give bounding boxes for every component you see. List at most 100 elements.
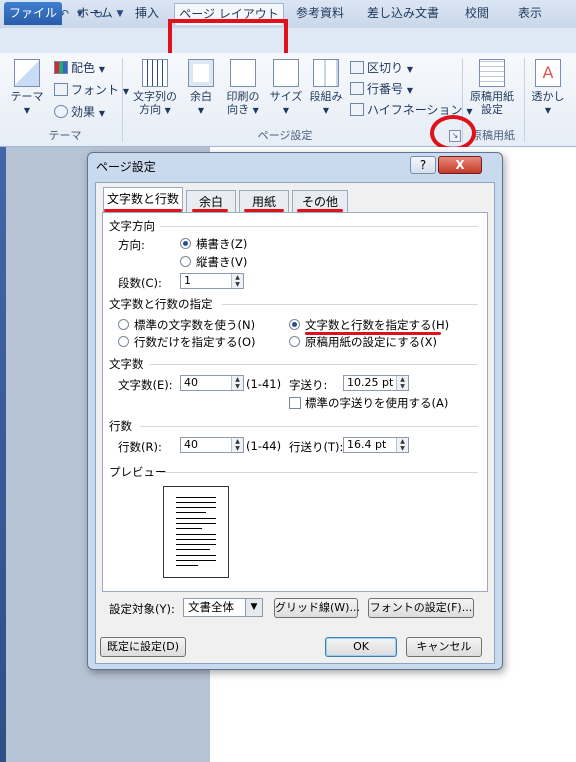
preview-line: [176, 518, 216, 519]
preview-line: [176, 549, 210, 550]
chars-and-lines-radio[interactable]: [289, 319, 300, 330]
tab-file[interactable]: ファイル: [4, 2, 62, 25]
spin-arrows-icon[interactable]: ▲ ▼: [231, 274, 243, 288]
chars-range: (1-41): [246, 377, 282, 391]
group-separator: [122, 58, 123, 142]
section-text-direction: 文字方向: [109, 219, 155, 233]
line-numbers-button[interactable]: 行番号 ▼: [350, 80, 413, 98]
tab-mailings[interactable]: 差し込み文書: [360, 3, 446, 24]
themes-button[interactable]: テーマ ▼: [8, 59, 46, 117]
effects-label: 効果: [71, 105, 96, 119]
chars-count-stepper[interactable]: 40 ▲ ▼: [180, 375, 244, 391]
manuscript-grid-radio[interactable]: [289, 336, 300, 347]
watermark-label: 透かし: [531, 90, 565, 103]
window-edge: [0, 147, 6, 762]
divider: [140, 426, 478, 427]
colors-label: 配色: [71, 61, 96, 75]
columns-icon: [313, 59, 339, 87]
margins-label: 余白: [190, 90, 212, 103]
text-direction-button[interactable]: 文字列の 方向 ▼: [128, 59, 182, 117]
char-pitch-label: 字送り:: [289, 378, 328, 392]
fonts-button[interactable]: フォント ▼: [54, 81, 129, 99]
tab-references[interactable]: 参考資料: [288, 3, 352, 24]
spin-arrows-icon[interactable]: ▲ ▼: [231, 376, 243, 390]
annotation-launcher-circle: [430, 115, 476, 151]
dialog-title: ページ設定: [96, 160, 156, 174]
colors-button[interactable]: 配色 ▼: [54, 59, 105, 77]
standard-chars-label: 標準の文字数を使う(N): [134, 318, 256, 332]
preview-line: [176, 528, 202, 529]
orientation-button[interactable]: 印刷の 向き ▼: [220, 59, 266, 117]
char-pitch-stepper[interactable]: 10.25 pt ▲ ▼: [343, 375, 409, 391]
page-setup-group-label: ページ設定: [257, 129, 313, 142]
line-numbers-icon: [350, 82, 364, 95]
chars-and-lines-label: 文字数と行数を指定する(H): [305, 318, 450, 332]
spin-arrows-icon[interactable]: ▲ ▼: [231, 438, 243, 452]
tab-home[interactable]: ホーム: [70, 3, 120, 24]
vertical-radio[interactable]: [180, 256, 191, 267]
standard-chars-radio[interactable]: [118, 319, 129, 330]
manuscript-settings-button[interactable]: 原稿用紙 設定: [466, 59, 518, 116]
preview-line: [176, 497, 216, 498]
preview-line: [176, 560, 216, 561]
line-pitch-label: 行送り(T):: [289, 440, 344, 454]
preview-line: [176, 502, 216, 503]
horizontal-radio[interactable]: [180, 238, 191, 249]
tab-view[interactable]: 表示: [508, 3, 552, 24]
ribbon: テーマ ▼ 配色 ▼ フォント ▼ 効果 ▼ テーマ 文字列の 方向 ▼ 余白 ▼ …: [0, 53, 576, 147]
themes-icon: [14, 59, 40, 87]
size-label: サイズ: [269, 90, 303, 103]
preview-line: [176, 512, 206, 513]
margins-button[interactable]: 余白 ▼: [184, 59, 218, 117]
set-default-button[interactable]: 既定に設定(D): [100, 637, 186, 657]
breaks-button[interactable]: 区切り ▼: [350, 59, 413, 77]
help-button[interactable]: ?: [410, 156, 436, 174]
text-direction-label-2: 方向: [139, 103, 162, 116]
section-lines: 行数: [109, 419, 132, 433]
columns-count-stepper[interactable]: 1 ▲ ▼: [180, 273, 244, 289]
section-chars: 文字数: [109, 357, 144, 371]
font-settings-button[interactable]: フォントの設定(F)...: [368, 598, 474, 618]
tab-insert[interactable]: 挿入: [126, 3, 168, 24]
columns-button[interactable]: 段組み ▼: [306, 59, 346, 117]
standard-pitch-checkbox[interactable]: [289, 397, 301, 409]
lines-range: (1-44): [246, 439, 282, 453]
apply-to-select[interactable]: 文書全体 ▼: [183, 598, 263, 617]
apply-to-label: 設定対象(Y):: [109, 602, 175, 616]
preview-line: [176, 544, 216, 545]
columns-count-label: 段数(C):: [118, 276, 162, 290]
lines-only-radio[interactable]: [118, 336, 129, 347]
cancel-button[interactable]: キャンセル: [406, 637, 482, 657]
direction-label: 方向:: [118, 238, 145, 252]
spin-arrows-icon[interactable]: ▲ ▼: [396, 376, 408, 390]
colors-icon: [54, 61, 68, 74]
spin-arrows-icon[interactable]: ▲ ▼: [396, 438, 408, 452]
line-pitch-stepper[interactable]: 16.4 pt ▲ ▼: [343, 437, 409, 453]
orientation-label-2: 向き: [227, 103, 250, 116]
margins-icon: [188, 59, 214, 87]
standard-pitch-label: 標準の字送りを使用する(A): [305, 396, 449, 410]
line-pitch-value: 16.4 pt: [347, 438, 387, 451]
columns-count-value: 1: [184, 274, 191, 287]
grid-lines-button[interactable]: グリッド線(W)...: [274, 598, 360, 618]
close-button[interactable]: X: [438, 156, 482, 174]
chevron-down-icon[interactable]: ▼: [245, 599, 262, 616]
lines-count-label: 行数(R):: [118, 440, 162, 454]
page-preview: [163, 486, 229, 578]
chars-count-value: 40: [184, 376, 198, 389]
tab-review[interactable]: 校閲: [452, 3, 502, 24]
section-grid: 文字数と行数の指定: [109, 297, 213, 311]
watermark-button[interactable]: A 透かし ▼: [528, 59, 568, 117]
apply-to-value: 文書全体: [188, 600, 234, 614]
size-icon: [273, 59, 299, 87]
preview-line: [176, 555, 216, 556]
ok-button[interactable]: OK: [325, 637, 397, 657]
horizontal-label: 横書き(Z): [196, 237, 248, 251]
divider: [160, 472, 478, 473]
lines-count-stepper[interactable]: 40 ▲ ▼: [180, 437, 244, 453]
line-numbers-label: 行番号: [367, 82, 404, 96]
size-button[interactable]: サイズ ▼: [268, 59, 304, 117]
divider: [160, 226, 478, 227]
text-direction-label-1: 文字列の: [133, 90, 177, 103]
effects-button[interactable]: 効果 ▼: [54, 103, 105, 121]
